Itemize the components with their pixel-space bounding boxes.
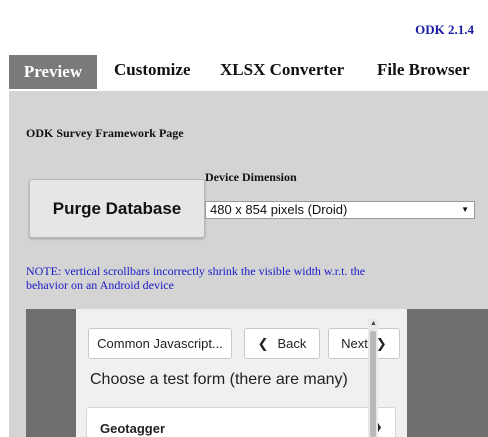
- purge-database-button[interactable]: Purge Database: [29, 179, 205, 238]
- back-button[interactable]: ❮ Back: [244, 328, 320, 359]
- tab-bar: Preview Customize XLSX Converter File Br…: [0, 52, 488, 92]
- tab-xlsx-converter[interactable]: XLSX Converter: [220, 60, 344, 80]
- scroll-up-icon: ▲: [370, 319, 377, 327]
- device-screen: Common Javascript... ❮ Back Next ❯ Choos…: [76, 309, 407, 437]
- chevron-left-icon: ❮: [257, 335, 269, 351]
- device-dimension-select[interactable]: 480 x 854 pixels (Droid) ▼: [205, 201, 475, 219]
- device-dimension-value: 480 x 854 pixels (Droid): [210, 202, 348, 217]
- list-item-label: Geotagger: [100, 421, 166, 436]
- tab-customize[interactable]: Customize: [114, 60, 190, 80]
- common-javascript-button[interactable]: Common Javascript...: [88, 328, 232, 359]
- scroll-thumb[interactable]: [370, 331, 376, 437]
- back-button-label: Back: [277, 336, 307, 351]
- tab-file-browser[interactable]: File Browser: [377, 60, 470, 80]
- dropdown-arrow-icon: ▼: [461, 205, 469, 214]
- form-prompt: Choose a test form (there are many): [90, 371, 348, 388]
- scrollbar-note: NOTE: vertical scrollbars incorrectly sh…: [26, 264, 366, 292]
- next-button-label: Next: [341, 336, 368, 351]
- next-button[interactable]: Next ❯: [328, 328, 400, 359]
- device-preview-frame: Common Javascript... ❮ Back Next ❯ Choos…: [26, 309, 488, 437]
- tab-preview[interactable]: Preview: [9, 55, 97, 89]
- list-item[interactable]: Geotagger ❯: [86, 407, 396, 437]
- page-label: ODK Survey Framework Page: [26, 126, 184, 140]
- app-version: ODK 2.1.4: [415, 22, 474, 37]
- device-dimension-label: Device Dimension: [205, 170, 297, 184]
- device-scrollbar[interactable]: ▲: [368, 319, 378, 437]
- preview-panel: ODK Survey Framework Page Purge Database…: [9, 91, 488, 437]
